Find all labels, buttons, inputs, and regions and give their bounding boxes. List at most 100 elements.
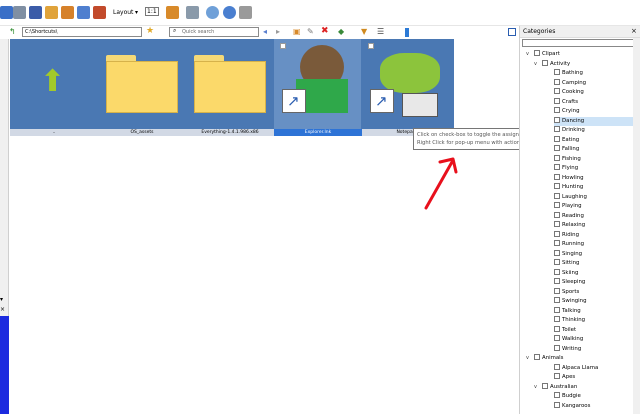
category-checkbox[interactable] — [554, 173, 560, 180]
layout-menu[interactable]: Layout — [113, 9, 133, 16]
category-item[interactable]: Singing — [554, 249, 640, 259]
category-item[interactable]: Thinking — [554, 316, 640, 325]
category-item[interactable]: Falling — [554, 145, 640, 154]
tag-icon[interactable]: ◆ — [338, 27, 344, 36]
thumbnail-caption[interactable]: OS_assets — [98, 129, 186, 136]
save-icon[interactable] — [29, 6, 42, 19]
category-checkbox[interactable] — [554, 88, 560, 94]
category-item[interactable]: Sports — [554, 287, 640, 297]
category-checkbox[interactable] — [554, 97, 560, 104]
thumbnails-icon[interactable] — [77, 6, 90, 19]
category-checkbox[interactable] — [554, 287, 560, 294]
category-item[interactable]: Talking — [554, 306, 640, 316]
chevron-down-icon[interactable]: v — [526, 50, 532, 59]
fullscreen-icon[interactable] — [93, 6, 106, 19]
category-item[interactable]: Running — [554, 240, 640, 249]
favorite-star-icon[interactable]: ★ — [146, 26, 154, 36]
category-checkbox[interactable] — [554, 335, 560, 341]
funnel-icon[interactable]: ▼ — [361, 27, 367, 36]
category-checkbox[interactable] — [554, 306, 560, 313]
category-item[interactable]: Crying — [554, 107, 640, 116]
category-checkbox[interactable] — [554, 211, 560, 218]
category-item[interactable]: Skiing — [554, 268, 640, 278]
category-item[interactable]: Budgie — [554, 392, 640, 401]
category-checkbox[interactable] — [554, 363, 560, 370]
category-checkbox[interactable] — [554, 392, 560, 398]
category-checkbox[interactable] — [554, 116, 560, 123]
chevron-down-icon[interactable]: v — [534, 383, 540, 392]
category-checkbox[interactable] — [542, 59, 548, 66]
chevron-down-icon[interactable]: v — [534, 60, 540, 69]
close-icon[interactable]: × — [0, 306, 9, 313]
category-item[interactable]: Bathing — [554, 69, 640, 78]
category-checkbox[interactable] — [534, 50, 540, 56]
category-checkbox[interactable] — [554, 316, 560, 322]
category-checkbox[interactable] — [554, 69, 560, 75]
category-item[interactable]: Walking — [554, 335, 640, 344]
category-item[interactable]: Reading — [554, 211, 640, 221]
category-item[interactable]: Cooking — [554, 88, 640, 97]
delete-icon[interactable]: ✖ — [321, 26, 329, 36]
category-checkbox[interactable] — [554, 401, 560, 408]
category-item[interactable]: Fishing — [554, 154, 640, 164]
path-input[interactable]: C:\Shortcuts\ — [22, 27, 142, 37]
category-item[interactable]: Crafts — [554, 97, 640, 107]
category-checkbox[interactable] — [554, 259, 560, 265]
new-folder-icon[interactable]: ▣ — [293, 27, 301, 36]
back-arrow-icon[interactable]: ◂ — [263, 27, 267, 36]
browse-icon[interactable] — [0, 6, 13, 19]
category-checkbox[interactable] — [554, 249, 560, 256]
zoom-view-button[interactable]: 1:1 — [145, 7, 159, 16]
category-item[interactable]: Playing — [554, 202, 640, 211]
thumbnail-folder[interactable] — [186, 39, 273, 129]
panel-toggle-icon[interactable] — [508, 28, 516, 36]
edit-icon[interactable]: ✎ — [307, 27, 314, 36]
category-checkbox[interactable] — [554, 126, 560, 132]
help-icon[interactable] — [223, 6, 236, 19]
category-checkbox[interactable] — [554, 297, 560, 303]
category-checkbox[interactable] — [554, 278, 560, 284]
filter-icon[interactable] — [186, 6, 199, 19]
category-item[interactable]: Riding — [554, 230, 640, 240]
category-item[interactable]: Flying — [554, 164, 640, 173]
sort-icon[interactable] — [166, 6, 179, 19]
category-item[interactable]: Hunting — [554, 183, 640, 192]
category-item[interactable]: Drinking — [554, 126, 640, 135]
category-item[interactable]: Alpaca Llama — [554, 363, 640, 373]
category-checkbox[interactable] — [554, 344, 560, 351]
category-item[interactable]: Kangaroos — [554, 401, 640, 411]
close-icon[interactable]: × — [631, 27, 637, 35]
thumbnail-up[interactable]: ⬆ — [10, 39, 97, 129]
category-checkbox[interactable] — [554, 202, 560, 208]
category-checkbox[interactable] — [554, 154, 560, 161]
thumbnail-caption[interactable]: .. — [10, 129, 98, 136]
category-checkbox[interactable] — [554, 135, 560, 142]
category-checkbox[interactable] — [554, 221, 560, 227]
up-folder-icon[interactable]: ↰ — [9, 27, 16, 36]
category-checkbox[interactable] — [554, 240, 560, 246]
thumbnail-caption[interactable]: Explorer.lnk — [274, 129, 362, 136]
category-item[interactable]: Dancing — [554, 116, 640, 126]
category-item[interactable]: Swinging — [554, 297, 640, 306]
category-item[interactable]: Relaxing — [554, 221, 640, 230]
assign-checkbox[interactable] — [368, 43, 374, 49]
category-item[interactable]: v Clipart — [526, 50, 640, 59]
thumbnail-shortcut[interactable]: ↗ — [274, 39, 361, 129]
thumb-size-slider[interactable] — [405, 28, 409, 37]
pen-icon[interactable] — [239, 6, 252, 19]
list-view-icon[interactable]: ☰ — [377, 27, 384, 36]
category-item[interactable]: Howling — [554, 173, 640, 183]
thumbnail-folder[interactable] — [98, 39, 185, 129]
gear-icon[interactable] — [206, 6, 219, 19]
category-checkbox[interactable] — [542, 382, 548, 389]
categories-scrollbar[interactable] — [633, 38, 640, 414]
thumbnail-caption[interactable]: Everything-1.4.1.986.x86 — [186, 129, 274, 136]
category-item[interactable]: Apes — [554, 373, 640, 382]
category-checkbox[interactable] — [554, 78, 560, 85]
category-checkbox[interactable] — [554, 183, 560, 189]
category-item[interactable]: Sleeping — [554, 278, 640, 287]
category-item[interactable]: v Activity — [534, 59, 640, 69]
category-checkbox[interactable] — [554, 164, 560, 170]
chevron-down-icon[interactable]: ▾ — [135, 9, 138, 16]
category-item[interactable]: v Animals — [526, 354, 640, 363]
